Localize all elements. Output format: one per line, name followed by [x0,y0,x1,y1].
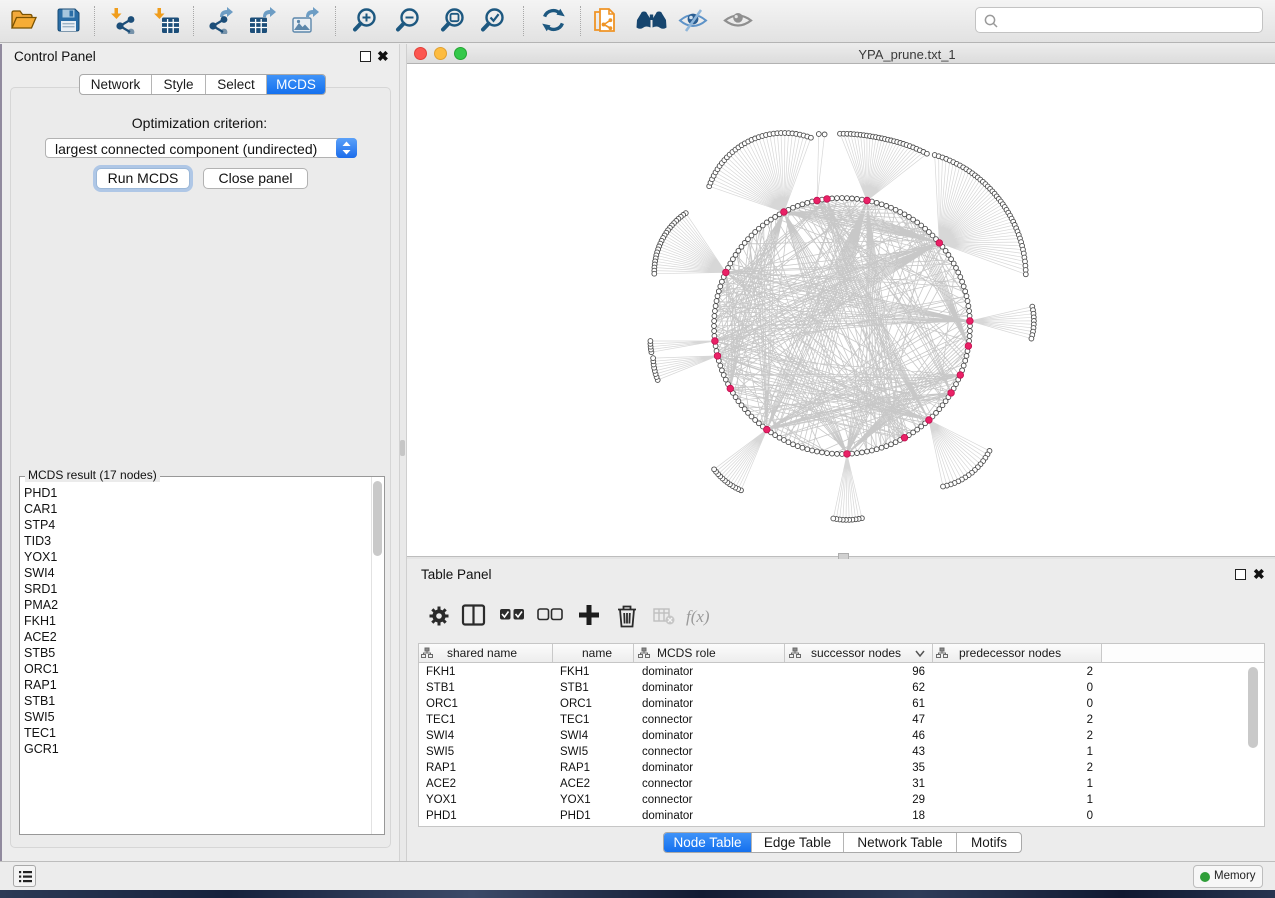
svg-text:f(x): f(x) [686,607,710,626]
